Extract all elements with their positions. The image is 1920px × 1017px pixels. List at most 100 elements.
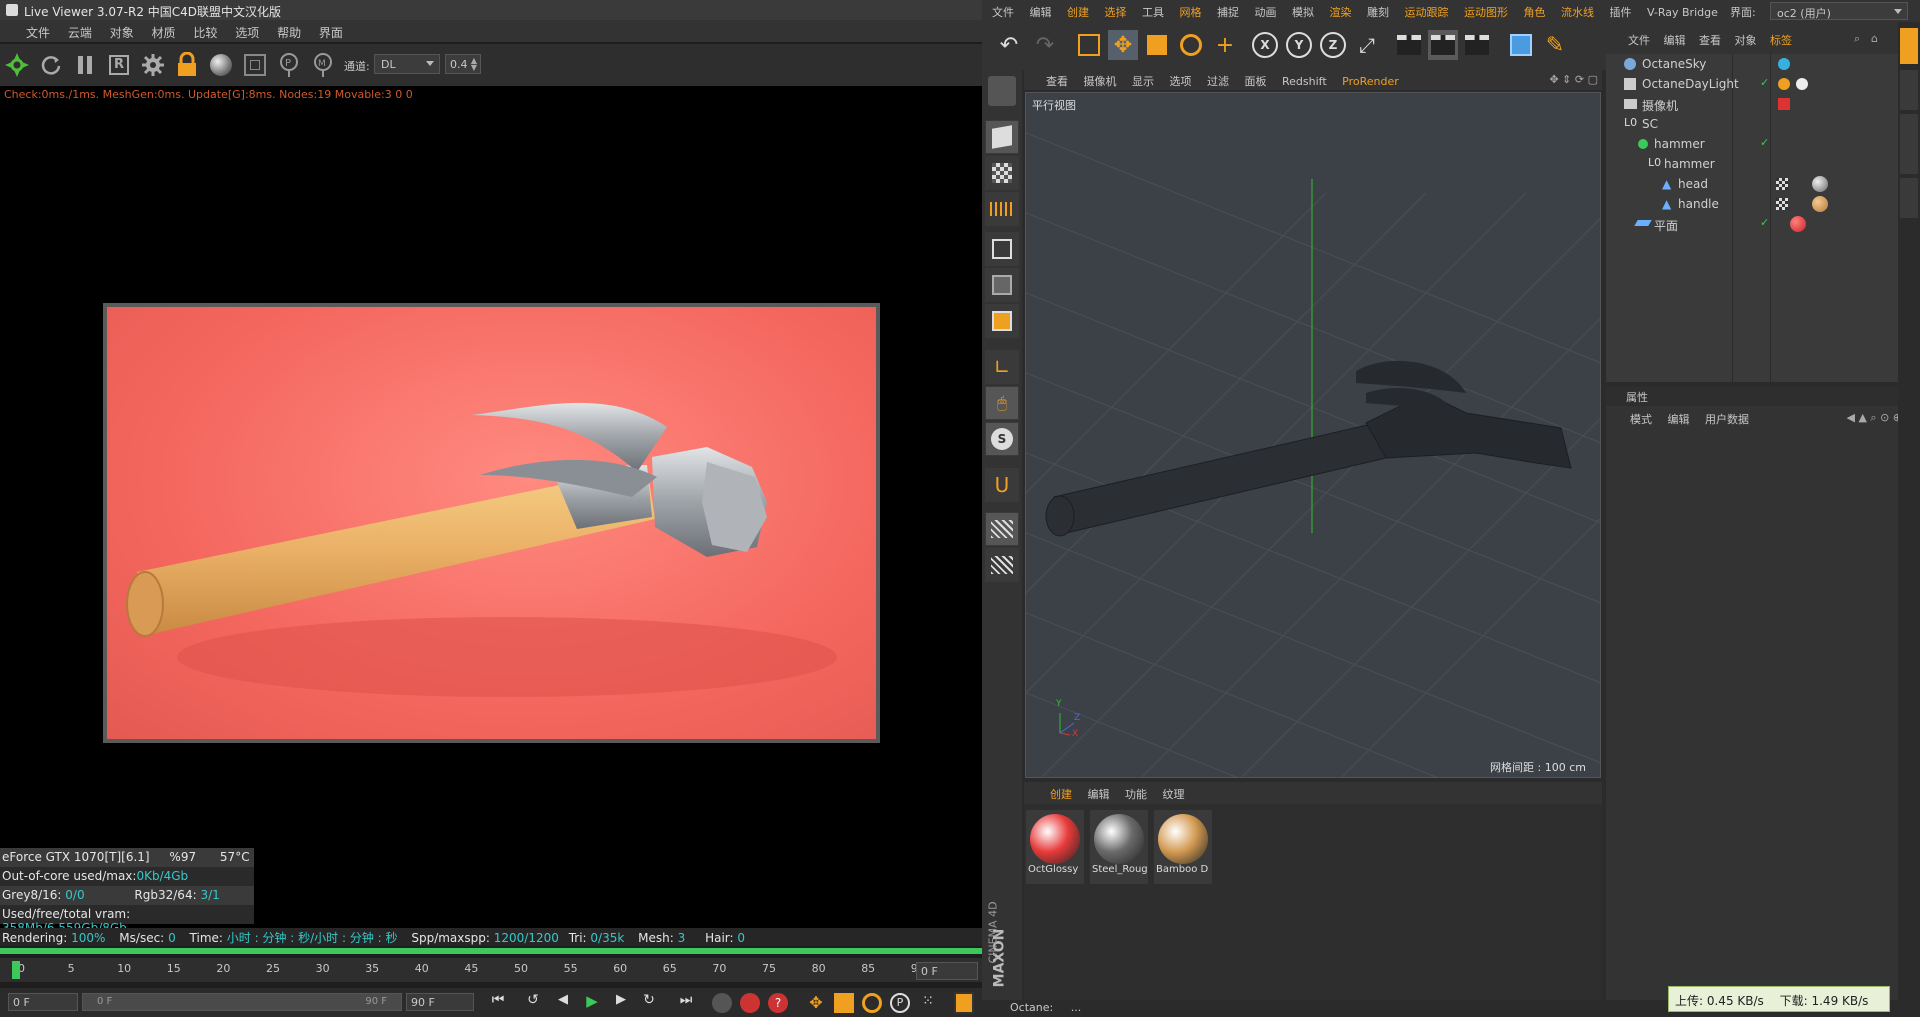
lv-menu-cloud[interactable]: 云端 bbox=[68, 26, 92, 40]
render-settings-icon[interactable] bbox=[1462, 30, 1492, 60]
tweak-mode-icon[interactable]: 🖱 bbox=[985, 386, 1019, 420]
rotate-tool-icon[interactable] bbox=[1176, 30, 1206, 60]
axis-mode-icon[interactable]: ∟ bbox=[985, 350, 1019, 384]
vp-menu-display[interactable]: 显示 bbox=[1132, 75, 1154, 88]
solo-mode-icon[interactable]: S bbox=[985, 422, 1019, 456]
attr-menu-userdata[interactable]: 用户数据 bbox=[1705, 413, 1749, 426]
frame-icon[interactable] bbox=[240, 50, 270, 80]
object-row-handle[interactable]: ▲ handle bbox=[1606, 194, 1908, 214]
menu-select[interactable]: 选择 bbox=[1105, 6, 1127, 19]
material-swatch[interactable]: OctGlossy bbox=[1026, 810, 1084, 884]
viewport[interactable]: 平行视图 Y Z X 网格间距 : 100 cm bbox=[1025, 92, 1601, 778]
lock-icon[interactable] bbox=[172, 50, 202, 80]
edge-tab-objects[interactable] bbox=[1900, 28, 1918, 64]
render-picture-viewer-icon[interactable] bbox=[1428, 30, 1458, 60]
prev-key-icon[interactable]: ↺ bbox=[522, 992, 544, 1012]
obj-menu-file[interactable]: 文件 bbox=[1628, 34, 1650, 47]
model-mode-icon[interactable] bbox=[985, 120, 1019, 154]
attr-menu-edit[interactable]: 编辑 bbox=[1668, 413, 1690, 426]
object-row-sc[interactable]: L0 SC bbox=[1606, 114, 1908, 134]
timeline-playhead[interactable] bbox=[12, 961, 20, 979]
menu-character[interactable]: 角色 bbox=[1524, 6, 1546, 19]
scale-tool-icon[interactable] bbox=[1142, 30, 1172, 60]
lv-menu-interface[interactable]: 界面 bbox=[319, 26, 343, 40]
object-row-camera[interactable]: 摄像机 bbox=[1606, 94, 1908, 114]
play-icon[interactable]: ▶ bbox=[580, 992, 604, 1012]
undo-icon[interactable]: ↶ bbox=[994, 30, 1024, 60]
render-view-icon[interactable] bbox=[1394, 30, 1424, 60]
octane-logo-icon[interactable] bbox=[2, 50, 32, 80]
menu-file[interactable]: 文件 bbox=[992, 6, 1014, 19]
timeline-ruler[interactable]: 051015202530354045505560657075808590 0 F bbox=[0, 958, 982, 982]
attr-nav-icons[interactable]: ◀ ▲ ⌕ ⊙ ⊕ bbox=[1847, 411, 1903, 425]
object-row-hammer-null[interactable]: L0 hammer bbox=[1606, 154, 1908, 174]
timeline-menu-icon[interactable] bbox=[954, 992, 974, 1014]
edge-tab[interactable] bbox=[1900, 114, 1918, 174]
material-ball-icon[interactable] bbox=[206, 50, 236, 80]
keyframe-off-icon[interactable] bbox=[712, 993, 732, 1013]
vp-menu-redshift[interactable]: Redshift bbox=[1282, 75, 1327, 88]
rotate-key-icon[interactable] bbox=[862, 993, 882, 1013]
channel-select[interactable]: DL bbox=[374, 54, 440, 74]
snap-magnet-icon[interactable]: U bbox=[985, 468, 1019, 502]
workplane-mode-icon[interactable] bbox=[985, 192, 1019, 226]
vp-menu-camera[interactable]: 摄像机 bbox=[1084, 75, 1117, 88]
help-question-icon[interactable]: ? bbox=[768, 993, 788, 1013]
polygons-mode-icon[interactable] bbox=[985, 304, 1019, 338]
obj-menu-objects[interactable]: 对象 bbox=[1735, 34, 1757, 47]
x-axis-icon[interactable]: X bbox=[1250, 30, 1280, 60]
menu-snap[interactable]: 捕捉 bbox=[1217, 6, 1239, 19]
menu-create[interactable]: 创建 bbox=[1067, 6, 1089, 19]
lv-menu-help[interactable]: 帮助 bbox=[277, 26, 301, 40]
object-row-plane[interactable]: 平面 ✓ bbox=[1606, 214, 1908, 234]
pause-icon[interactable] bbox=[70, 50, 100, 80]
menu-animate[interactable]: 动画 bbox=[1255, 6, 1277, 19]
edge-tab[interactable] bbox=[1900, 70, 1918, 110]
channel-amount-stepper[interactable]: 0.4 ▲ ▼ bbox=[445, 54, 481, 74]
menu-pipeline[interactable]: 流水线 bbox=[1561, 6, 1594, 19]
last-tool-icon[interactable]: + bbox=[1210, 30, 1240, 60]
menu-motion-tracking[interactable]: 运动跟踪 bbox=[1405, 6, 1449, 19]
search-icon[interactable]: ⌕ bbox=[1854, 32, 1860, 46]
menu-mesh[interactable]: 网格 bbox=[1180, 6, 1202, 19]
vp-menu-prorender[interactable]: ProRender bbox=[1342, 75, 1399, 88]
go-to-start-icon[interactable]: ⏮ bbox=[486, 992, 510, 1012]
point-level-icon[interactable]: ⁙ bbox=[918, 993, 938, 1013]
object-row-octanesky[interactable]: OctaneSky bbox=[1606, 54, 1908, 74]
render-area[interactable]: Check:0ms./1ms. MeshGen:0ms. Update[G]:8… bbox=[0, 86, 982, 935]
lv-menu-compare[interactable]: 比较 bbox=[193, 26, 217, 40]
menu-sculpt[interactable]: 雕刻 bbox=[1367, 6, 1389, 19]
restart-render-icon[interactable] bbox=[36, 50, 66, 80]
workplane-sync-icon[interactable] bbox=[985, 548, 1019, 582]
lv-menu-material[interactable]: 材质 bbox=[152, 26, 176, 40]
menu-edit[interactable]: 编辑 bbox=[1030, 6, 1052, 19]
obj-menu-tags[interactable]: 标签 bbox=[1770, 34, 1792, 47]
menu-tools[interactable]: 工具 bbox=[1142, 6, 1164, 19]
edge-tab[interactable] bbox=[1900, 178, 1918, 218]
cube-primitive-icon[interactable] bbox=[1506, 30, 1536, 60]
home-icon[interactable]: ⌂ bbox=[1871, 32, 1878, 45]
lv-menu-file[interactable]: 文件 bbox=[26, 26, 50, 40]
live-select-icon[interactable] bbox=[1074, 30, 1104, 60]
vp-menu-view[interactable]: 查看 bbox=[1046, 75, 1068, 88]
region-render-icon[interactable]: R bbox=[104, 50, 134, 80]
next-frame-icon[interactable]: ▶ bbox=[610, 992, 632, 1012]
pin-m-icon[interactable]: M bbox=[308, 50, 338, 80]
mat-menu-texture[interactable]: 纹理 bbox=[1163, 788, 1185, 801]
material-swatch[interactable]: Bamboo D bbox=[1154, 810, 1212, 884]
attr-menu-mode[interactable]: 模式 bbox=[1630, 413, 1652, 426]
pen-spline-icon[interactable]: ✎ bbox=[1540, 30, 1570, 60]
mat-menu-create[interactable]: 创建 bbox=[1050, 788, 1072, 801]
go-to-end-icon[interactable]: ⏭ bbox=[674, 992, 698, 1012]
object-row-octanedaylight[interactable]: OctaneDayLight ✓ bbox=[1606, 74, 1908, 94]
end-frame-field[interactable]: 90 F bbox=[406, 993, 474, 1011]
settings-gear-icon[interactable] bbox=[138, 50, 168, 80]
mat-menu-edit[interactable]: 编辑 bbox=[1088, 788, 1110, 801]
object-row-hammer[interactable]: hammer ✓ bbox=[1606, 134, 1908, 154]
vp-menu-filter[interactable]: 过滤 bbox=[1207, 75, 1229, 88]
vp-menu-panel[interactable]: 面板 bbox=[1245, 75, 1267, 88]
z-axis-icon[interactable]: Z bbox=[1318, 30, 1348, 60]
start-frame-field[interactable]: 0 F bbox=[8, 993, 78, 1011]
y-axis-icon[interactable]: Y bbox=[1284, 30, 1314, 60]
object-row-head[interactable]: ▲ head bbox=[1606, 174, 1908, 194]
